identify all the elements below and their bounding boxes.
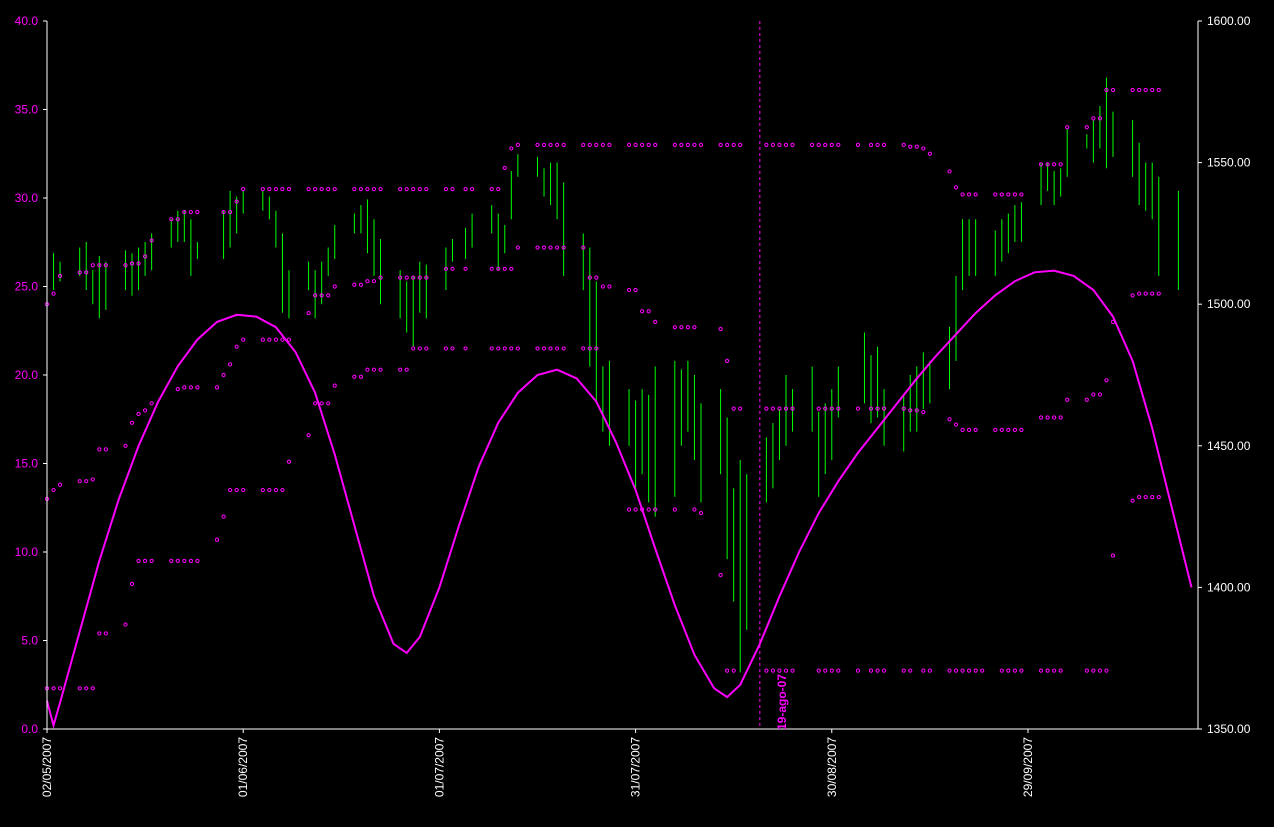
right-axis-tick-label: 1350.00 [1207,722,1251,736]
x-axis-tick-label: 29/09/2007 [1021,737,1035,797]
left-axis-tick-label: 30.0 [15,191,39,205]
x-axis-tick-label: 02/05/2007 [40,737,54,797]
date-marker-label: 19-ago-07 [775,674,789,730]
right-axis-tick-label: 1600.00 [1207,14,1251,28]
right-axis-tick-label: 1500.00 [1207,297,1251,311]
left-axis-tick-label: 35.0 [15,103,39,117]
right-axis-tick-label: 1550.00 [1207,156,1251,170]
chart-background [0,0,1274,827]
right-axis-tick-label: 1450.00 [1207,439,1251,453]
chart-canvas: 0.0 5.0 10.0 15.0 20.0 25.0 30.0 35.0 40.0 1350.… [0,0,1274,827]
x-axis-tick-label: 01/06/2007 [236,737,250,797]
x-axis-tick-label: 30/08/2007 [825,737,839,797]
left-axis-tick-label: 5.0 [21,634,38,648]
left-axis-tick-label: 25.0 [15,280,39,294]
left-axis-tick-label: 20.0 [15,368,39,382]
left-axis-tick-label: 40.0 [15,14,39,28]
left-axis-tick-label: 10.0 [15,545,39,559]
x-axis-tick-label: 31/07/2007 [629,737,643,797]
right-axis-tick-label: 1400.00 [1207,580,1251,594]
x-axis-tick-label: 01/07/2007 [432,737,446,797]
left-axis-tick-label: 0.0 [21,722,38,736]
left-axis-tick-label: 15.0 [15,457,39,471]
